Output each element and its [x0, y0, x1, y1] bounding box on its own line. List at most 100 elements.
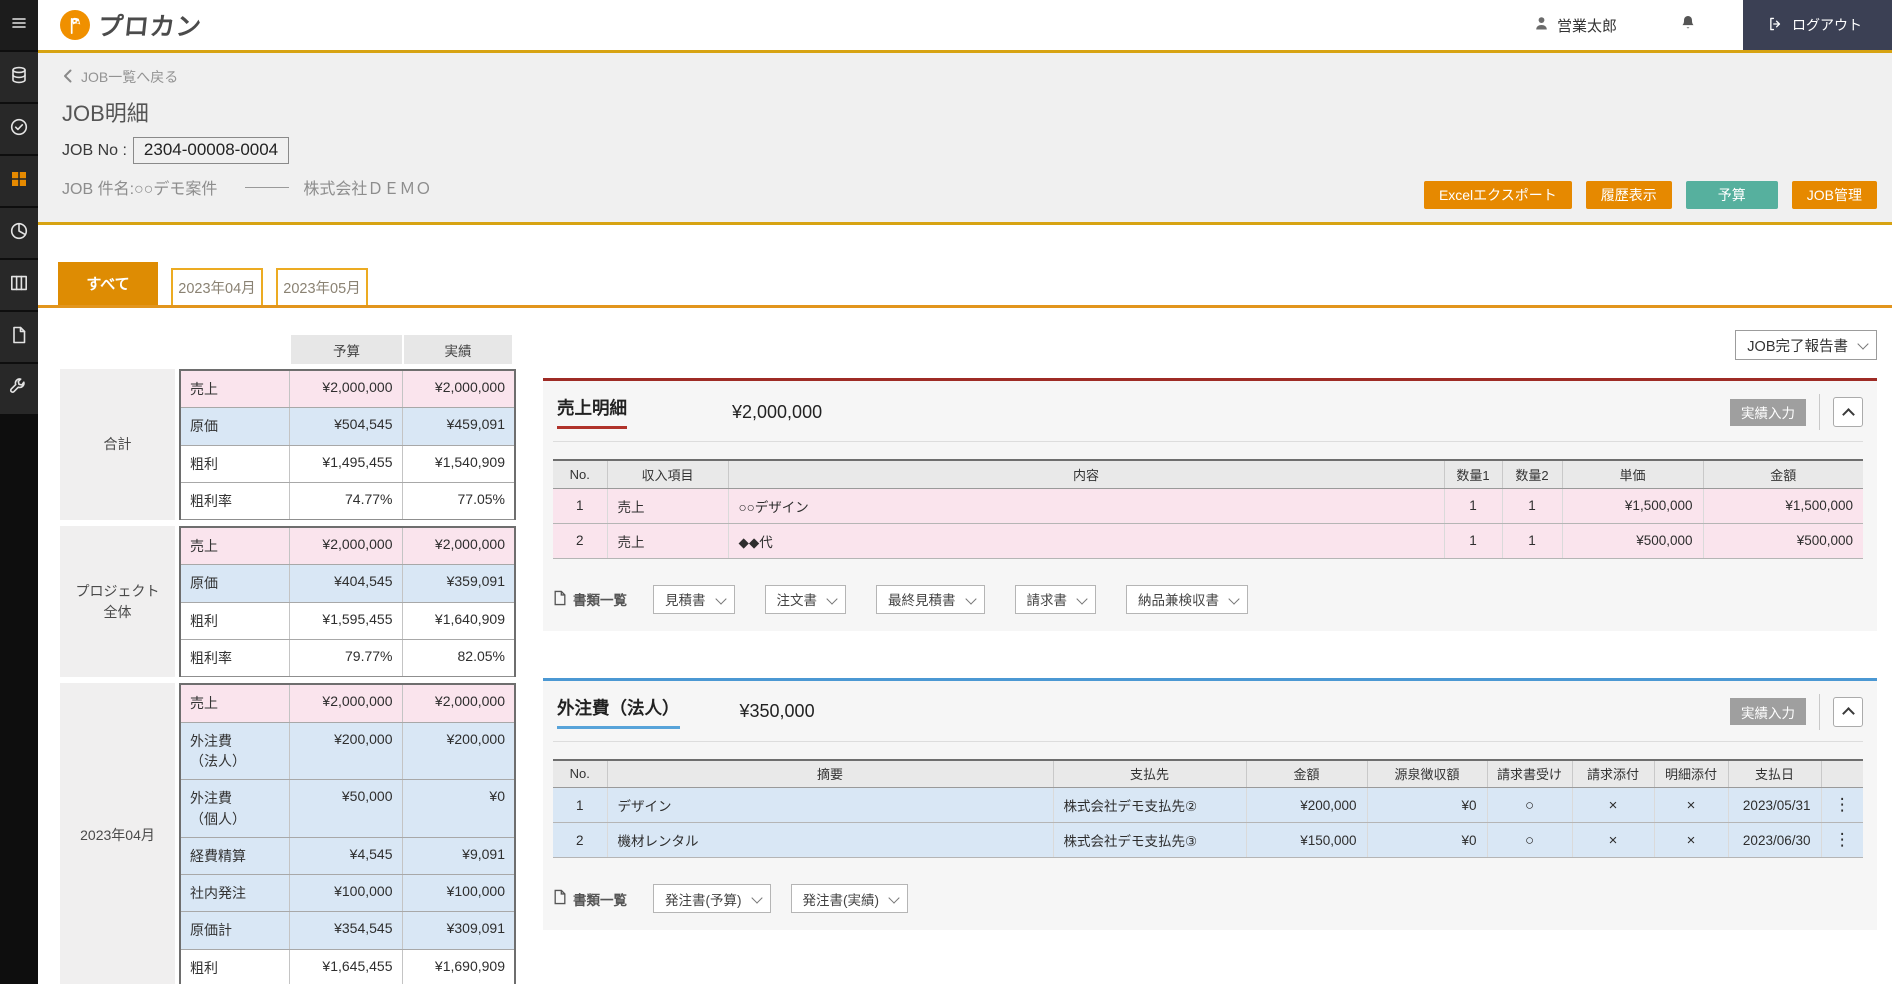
purchase-order-budget-select[interactable]: 発注書(予算): [653, 884, 771, 913]
row-label: 原価: [181, 565, 290, 602]
summary-group-april: 2023年04月 売上 ¥2,000,000 ¥2,000,000 外注費 （法…: [60, 683, 516, 984]
actual-value: 82.05%: [457, 648, 505, 665]
summary-group-label: 合計: [60, 369, 175, 521]
chevron-down-icon: [714, 592, 727, 605]
sidebar-item-board[interactable]: [0, 260, 38, 310]
col-amount: 金額: [1246, 759, 1368, 788]
budget-value: ¥2,000,000: [290, 685, 403, 722]
chevron-down-icon: [1228, 592, 1240, 605]
sidebar-item-reports[interactable]: [0, 208, 38, 258]
summary-row: 粗利 ¥1,495,455 ¥1,540,909: [181, 445, 514, 483]
summary-group-label: プロジェクト 全体: [60, 526, 175, 678]
history-button[interactable]: 履歴表示: [1585, 181, 1672, 209]
sales-table-header-row: No. 収入項目 内容 数量1 数量2 単価 金額: [553, 460, 1863, 489]
purchase-order-actual-select[interactable]: 発注書(実績): [790, 884, 908, 913]
report-type-select[interactable]: JOB完了報告書: [1735, 330, 1877, 360]
navbar-right: 営業太郎 ログアウト: [1533, 0, 1892, 50]
actual-value: ¥459,091: [446, 416, 505, 433]
row-menu-kebab-icon[interactable]: ⋮: [1821, 822, 1863, 858]
sidebar-item-settings[interactable]: [0, 364, 38, 414]
estimate-doc-select[interactable]: 見積書: [653, 584, 735, 614]
summary-row: 外注費 （個人） ¥50,000 ¥0: [181, 780, 514, 838]
actual-value: ¥1,690,909: [434, 957, 505, 974]
budget-value: ¥2,000,000: [290, 528, 403, 565]
col-invoice-received: 請求書受け: [1487, 759, 1573, 788]
docs-file-icon: [553, 889, 567, 908]
header-action-buttons: Excelエクスポート 履歴表示 予算 JOB管理: [1423, 181, 1877, 209]
budget-value: 79.77%: [290, 640, 403, 677]
actual-value: ¥2,000,000: [434, 379, 505, 395]
outsourcing-documents-row: 書類一覧 発注書(予算) 発注書(実績): [553, 884, 1863, 913]
actual-value: ¥2,000,000: [434, 693, 505, 710]
chevron-up-icon: [1841, 407, 1855, 421]
sidebar: [0, 0, 38, 984]
actual-input-button[interactable]: 実績入力: [1730, 398, 1806, 426]
col-description: 内容: [728, 460, 1445, 489]
back-chevron-icon: [62, 69, 73, 86]
report-select-value: JOB完了報告書: [1747, 338, 1848, 355]
budget-value: ¥404,545: [290, 565, 403, 602]
job-no-field[interactable]: 2304-00008-0004: [132, 137, 290, 164]
sidebar-item-finance[interactable]: [0, 52, 38, 102]
month-tabbar: すべて 2023年04月 2023年05月: [38, 262, 1892, 308]
back-link-label: JOB一覧へ戻る: [81, 69, 179, 85]
sidebar-item-documents[interactable]: [0, 312, 38, 362]
row-label: 売上: [181, 371, 290, 408]
menu-button[interactable]: [0, 0, 38, 50]
chevron-down-icon: [826, 592, 838, 605]
outsourcing-table-header-row: No. 摘要 支払先 金額 源泉徴収額 請求書受け 請求添付 明細添付 支払日: [553, 759, 1863, 788]
col-income-item: 収入項目: [607, 460, 729, 489]
delivery-acceptance-doc-select[interactable]: 納品兼検収書: [1126, 584, 1248, 614]
chevron-down-icon: [888, 892, 900, 904]
invoice-received-radio[interactable]: ○: [1487, 822, 1573, 858]
budget-value: ¥1,595,455: [290, 602, 403, 640]
actual-value: ¥9,091: [462, 845, 505, 862]
collapse-section-button[interactable]: [1833, 696, 1863, 727]
sidebar-item-tasks[interactable]: [0, 104, 38, 154]
sales-row: 2 売上 ◆◆代 1 1 ¥500,000 ¥500,000: [553, 523, 1863, 559]
outsourcing-table: No. 摘要 支払先 金額 源泉徴収額 請求書受け 請求添付 明細添付 支払日 …: [553, 758, 1863, 858]
outsourcing-total-amount: ¥350,000: [739, 701, 815, 721]
coins-icon: [9, 65, 29, 90]
row-label: 粗利: [181, 949, 290, 984]
row-label: 粗利: [181, 602, 290, 640]
budget-value: ¥1,645,455: [290, 949, 403, 984]
divider: [1819, 394, 1820, 430]
budget-column-header: 予算: [291, 335, 402, 364]
row-menu-kebab-icon[interactable]: ⋮: [1821, 787, 1863, 823]
summary-row: 売上 ¥2,000,000 ¥2,000,000: [181, 685, 514, 723]
actual-input-button[interactable]: 実績入力: [1730, 698, 1806, 725]
budget-value: ¥2,000,000: [290, 371, 403, 408]
logout-icon: [1767, 16, 1783, 35]
budget-value: ¥4,545: [290, 837, 403, 875]
chevron-down-icon: [750, 892, 763, 904]
row-label: 原価: [181, 408, 290, 445]
collapse-section-button[interactable]: [1833, 397, 1863, 427]
sidebar-item-job-list[interactable]: [0, 156, 38, 206]
tab-2023-05[interactable]: 2023年05月: [276, 268, 368, 305]
tab-2023-04[interactable]: 2023年04月: [171, 268, 263, 305]
page-title: JOB明細: [62, 101, 149, 126]
outsourcing-header-actions: 実績入力: [1730, 693, 1863, 730]
budget-button[interactable]: 予算: [1685, 181, 1778, 209]
excel-export-button[interactable]: Excelエクスポート: [1423, 181, 1572, 209]
col-amount: 金額: [1703, 460, 1863, 489]
invoice-received-radio[interactable]: ○: [1487, 787, 1573, 823]
job-manage-button[interactable]: JOB管理: [1791, 181, 1877, 209]
order-doc-select[interactable]: 注文書: [764, 584, 846, 614]
budget-value: ¥200,000: [290, 722, 403, 780]
job-name-underline: [245, 186, 290, 188]
col-detail-attached: 明細添付: [1654, 759, 1729, 788]
tab-all[interactable]: すべて: [58, 262, 158, 305]
notifications-button[interactable]: [1679, 14, 1697, 37]
logout-button[interactable]: ログアウト: [1743, 0, 1892, 50]
user-menu[interactable]: 営業太郎: [1533, 15, 1617, 36]
invoice-doc-select[interactable]: 請求書: [1014, 584, 1096, 614]
sales-detail-section: 売上明細 ¥2,000,000 実績入力 No. 収入項目 内容 数量1 数量2…: [543, 378, 1877, 631]
final-estimate-doc-select[interactable]: 最終見積書: [876, 584, 985, 614]
app-logo: プロカン: [60, 7, 203, 43]
page-header: JOB一覧へ戻る JOB明細 JOB No : 2304-00008-0004 …: [38, 53, 1892, 225]
top-navbar: プロカン 営業太郎 ログアウト: [38, 0, 1892, 53]
back-to-job-list-link[interactable]: JOB一覧へ戻る: [62, 67, 178, 87]
check-circle-icon: [9, 117, 29, 142]
